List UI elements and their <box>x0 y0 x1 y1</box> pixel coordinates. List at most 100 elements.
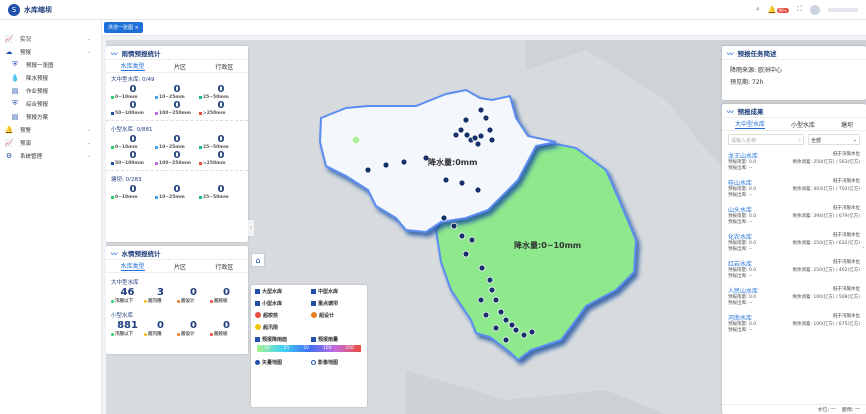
sidebar-item[interactable]: ⚙ 系统管理 ⌄ <box>0 149 101 162</box>
reservoir-marker-icon[interactable] <box>462 116 470 124</box>
sidebar-item-label: 预报方案 <box>26 114 49 121</box>
reservoir-marker-icon[interactable] <box>450 222 458 230</box>
sidebar-item[interactable]: 📈 预演 ⌄ <box>0 136 101 149</box>
result-card[interactable]: 山头水库 低于汛限水位 预报雨量: 0.0 剩余调蓄: 394(亿方) / 679(亿… <box>722 202 866 229</box>
radio-icon[interactable] <box>255 359 260 365</box>
reservoir-marker-icon[interactable] <box>462 250 470 258</box>
sidebar-item[interactable]: 🔔 预警 ⌄ <box>0 123 101 136</box>
notification-bell-icon[interactable]: 🔔 99+ <box>768 6 790 14</box>
reservoir-marker-icon[interactable] <box>382 161 390 169</box>
search-icon[interactable]: ⌕ <box>798 137 801 143</box>
reservoir-marker-icon[interactable] <box>482 311 490 319</box>
reservoir-marker-icon[interactable] <box>486 276 494 284</box>
reservoir-marker-icon[interactable] <box>502 316 510 324</box>
collapse-left-icon[interactable]: ‹ <box>248 220 254 236</box>
sidebar-item[interactable]: ▤ 预报方案 <box>0 110 101 123</box>
tab-0[interactable]: 大中型水库 <box>734 119 765 129</box>
reservoir-marker-icon[interactable] <box>364 166 372 174</box>
sidebar-item[interactable]: ☁ 预报 ⌄ <box>0 45 101 58</box>
reservoir-name[interactable]: 河南水库 <box>728 313 752 322</box>
reservoir-name[interactable]: 化农水库 <box>728 232 752 241</box>
tab-0[interactable]: 水库类型 <box>120 261 145 271</box>
checkbox-icon[interactable] <box>311 288 316 294</box>
result-card[interactable]: 化农水库 低于汛限水位 预报雨量: 0.0 剩余调蓄: 250(亿方) / 632(亿… <box>722 229 866 256</box>
tab-1[interactable]: 片区 <box>174 62 186 71</box>
reservoir-marker-icon[interactable] <box>502 336 510 344</box>
search-input[interactable]: 请输入名称 ⌕ <box>728 134 804 145</box>
tab-1[interactable]: 小型水库 <box>791 120 815 129</box>
reservoir-marker-icon[interactable] <box>478 264 486 272</box>
reservoir-marker-icon[interactable] <box>477 132 485 140</box>
reservoir-marker-icon[interactable] <box>492 324 500 332</box>
home-button[interactable]: ⌂ <box>251 253 265 267</box>
reservoir-marker-icon[interactable] <box>488 286 496 294</box>
legend-item[interactable]: 预报降雨面 <box>255 336 311 343</box>
reservoir-marker-icon[interactable] <box>457 126 465 134</box>
result-card[interactable]: 人民山水库 低于汛限水位 预报雨量: 0.0 剩余调蓄: 100(亿方) / 508(… <box>722 283 866 310</box>
checkbox-icon[interactable] <box>255 300 260 306</box>
reservoir-marker-icon[interactable] <box>400 158 408 166</box>
reservoir-marker-icon[interactable] <box>458 232 466 240</box>
fullscreen-icon[interactable]: ⛶ <box>797 5 802 14</box>
sidebar-item[interactable]: 📈 实况 ⌄ <box>0 32 101 45</box>
legend-item[interactable]: 大型水库 <box>255 288 311 295</box>
legend-item[interactable]: 预报雨量 <box>311 336 367 343</box>
sidebar-item[interactable]: ⛨ 预报一张图 <box>0 58 101 71</box>
user-name[interactable] <box>828 7 858 12</box>
result-card[interactable]: 红岩水库 低于汛限水位 预报雨量: 0.0 剩余调蓄: 250(亿方) / 462(亿… <box>722 256 866 283</box>
sidebar-item[interactable]: ▤ 作业预报 <box>0 84 101 97</box>
checkbox-icon[interactable] <box>255 288 260 294</box>
map-canvas[interactable]: 降水量:0mm 降水量:0~10mm 〰雨情预报统计 水库类型 片区 行政区 大中型… <box>106 40 866 414</box>
tab-2[interactable]: 塘坝 <box>841 120 853 129</box>
legend-item[interactable]: 重点塘坝 <box>311 300 367 307</box>
tab-close-icon[interactable]: × <box>135 25 139 31</box>
reservoir-marker-icon[interactable] <box>520 331 528 339</box>
checkbox-icon[interactable] <box>311 336 316 342</box>
reservoir-marker-icon[interactable] <box>474 186 482 194</box>
reservoir-name[interactable]: 山头水库 <box>728 205 752 214</box>
radio-icon[interactable] <box>311 359 316 365</box>
avatar[interactable] <box>810 4 820 15</box>
checkbox-icon[interactable] <box>255 336 260 342</box>
radio-0[interactable]: 矢量地图 <box>255 359 311 366</box>
sidebar-item[interactable]: ⛨ 综合预报 <box>0 97 101 110</box>
legend-item[interactable]: 中型水库 <box>311 288 367 295</box>
reservoir-marker-icon[interactable] <box>477 296 485 304</box>
tab-1[interactable]: 片区 <box>174 262 186 271</box>
tab-2[interactable]: 行政区 <box>215 262 233 271</box>
reservoir-marker-icon[interactable] <box>508 321 516 329</box>
legend-item[interactable]: 小型水库 <box>255 300 311 307</box>
sidebar-item[interactable]: 💧 降水预报 <box>0 71 101 84</box>
reservoir-name[interactable]: 红岩水库 <box>728 259 752 268</box>
reservoir-marker-icon[interactable] <box>486 126 494 134</box>
reservoir-marker-icon[interactable] <box>442 176 450 184</box>
reservoir-marker-icon[interactable] <box>440 214 448 222</box>
reservoir-name[interactable]: 人民山水库 <box>728 286 758 295</box>
filter-select[interactable]: 全部 ⌄ <box>808 134 860 145</box>
reservoir-marker-icon[interactable] <box>482 114 490 122</box>
tab-2[interactable]: 行政区 <box>215 62 233 71</box>
checkbox-icon[interactable] <box>311 300 316 306</box>
reservoir-name[interactable]: 龙王山水库 <box>728 151 758 160</box>
reservoir-marker-icon[interactable] <box>458 179 466 187</box>
reservoir-name[interactable]: 桂山水库 <box>728 178 752 187</box>
reservoir-marker-icon[interactable] <box>463 131 471 139</box>
radio-1[interactable]: 影像地图 <box>311 359 367 366</box>
result-card[interactable]: 河南水库 低于汛限水位 预报雨量: 0.0 剩余调蓄: 100(亿方) / 675(亿… <box>722 310 866 337</box>
reservoir-marker-icon[interactable] <box>528 328 536 336</box>
reservoir-marker-icon[interactable] <box>492 296 500 304</box>
tab-flood-map[interactable]: 洪涝一张图 × <box>104 22 143 33</box>
search-icon[interactable]: ⌕ <box>756 5 760 14</box>
reservoir-marker-icon[interactable] <box>512 326 520 334</box>
reservoir-marker-icon[interactable] <box>471 134 479 142</box>
reservoir-marker-icon[interactable] <box>474 140 482 148</box>
reservoir-marker-icon[interactable] <box>497 308 505 316</box>
collapse-right-icon[interactable]: › <box>860 240 866 256</box>
result-card[interactable]: 龙王山水库 低于汛限水位 预报雨量: 0.0 剩余调蓄: 250(亿方) / 563(… <box>722 148 866 175</box>
reservoir-marker-icon[interactable] <box>468 236 476 244</box>
result-card[interactable]: 桂山水库 低于汛限水位 预报雨量: 0.0 剩余调蓄: 403(亿方) / 702(亿… <box>722 175 866 202</box>
reservoir-marker-icon[interactable] <box>452 131 460 139</box>
reservoir-marker-icon[interactable] <box>477 106 485 114</box>
tab-0[interactable]: 水库类型 <box>120 61 145 71</box>
reservoir-marker-icon[interactable] <box>488 136 496 144</box>
